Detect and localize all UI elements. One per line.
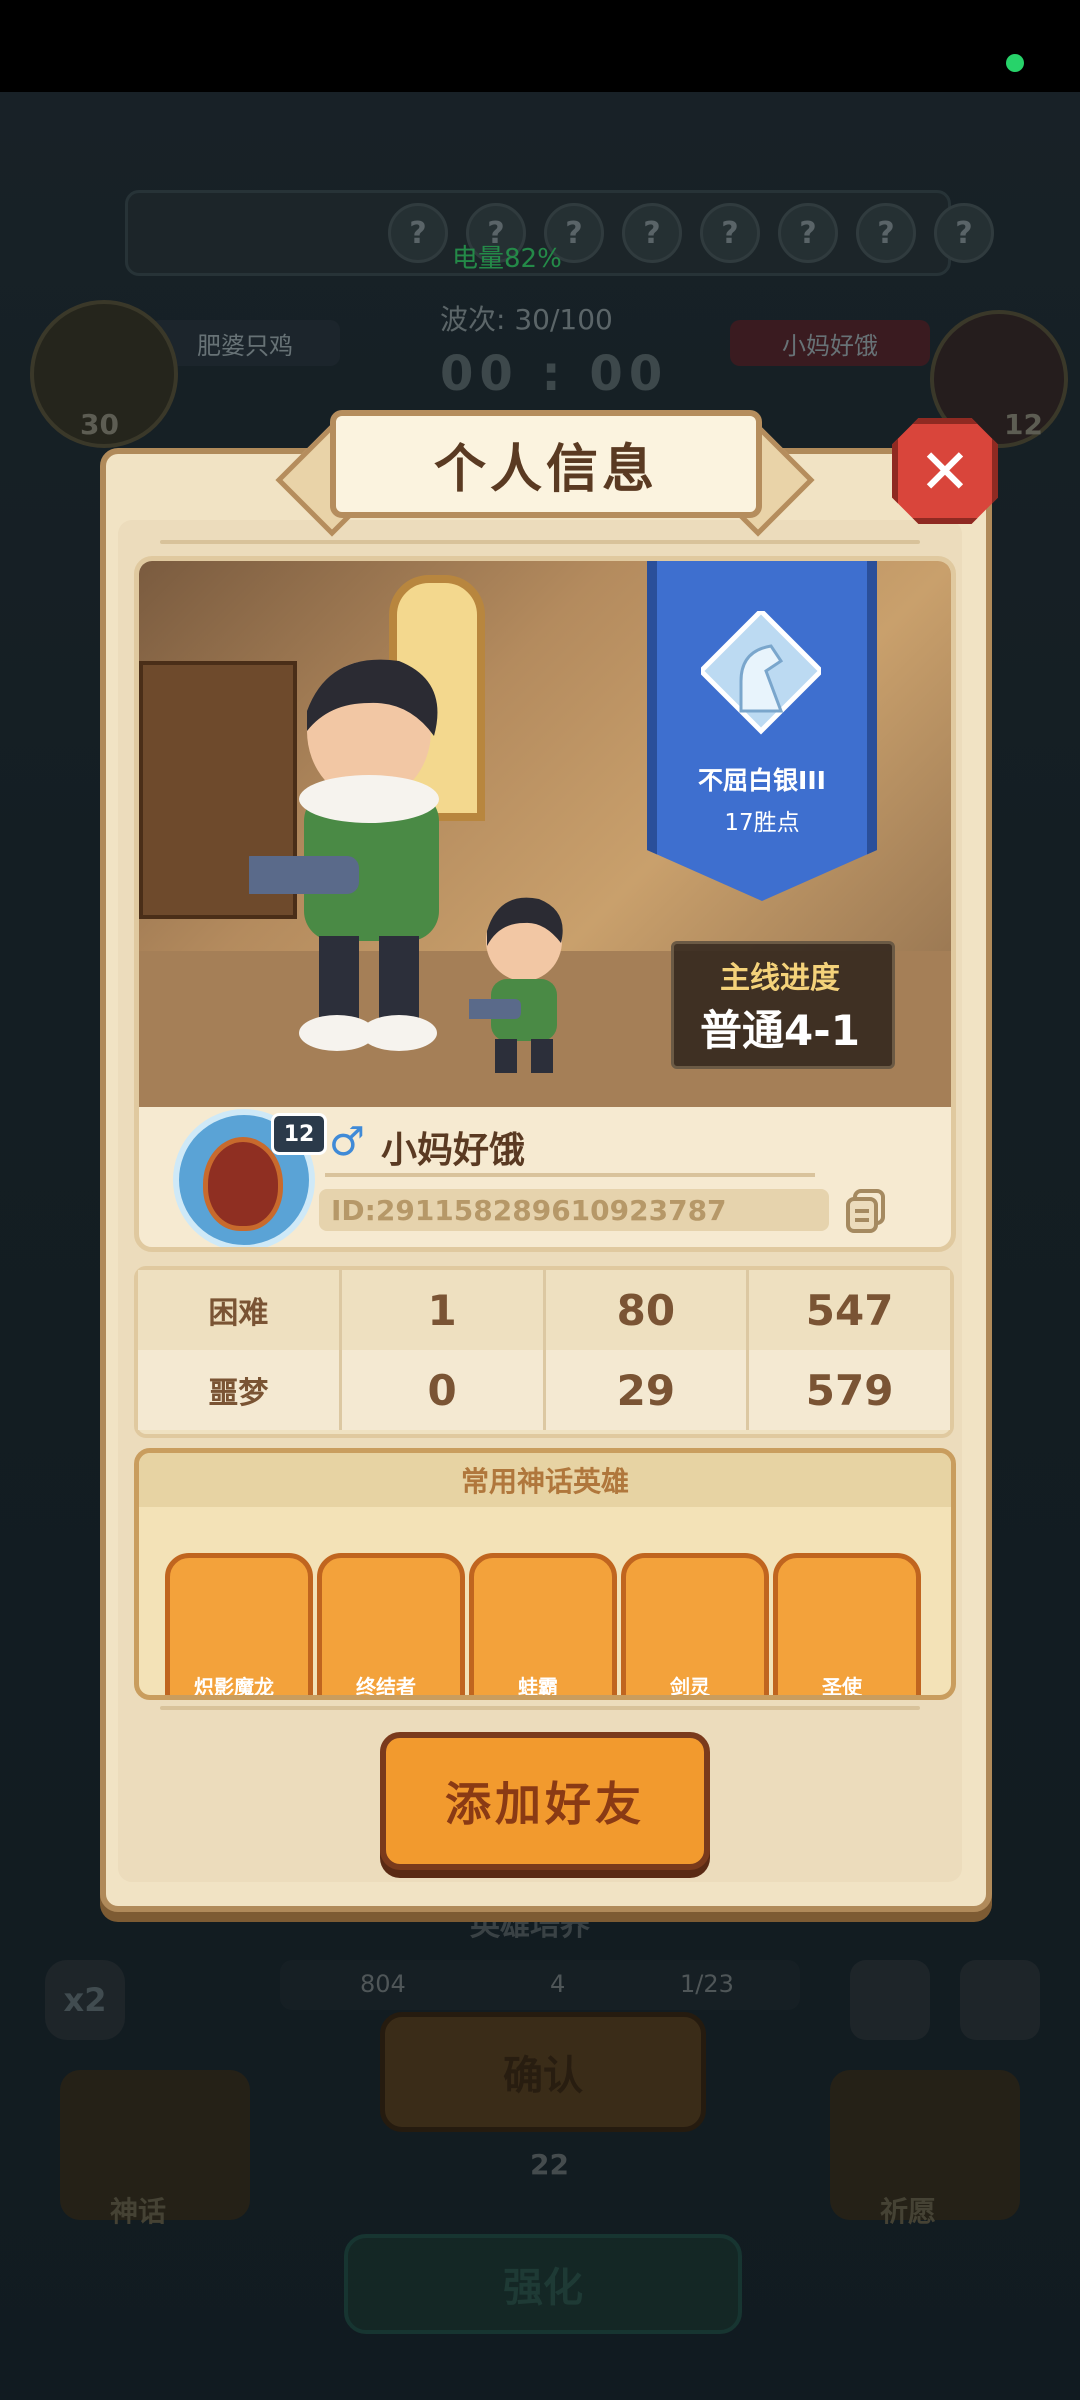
stats-value: 1 [338, 1270, 543, 1350]
top-divider [160, 540, 920, 544]
stats-value: 547 [746, 1270, 950, 1350]
modal-title: 个人信息 [330, 410, 762, 518]
mode-stats-table: 困难 1 80 547 噩梦 0 29 579 [134, 1266, 954, 1438]
stats-row-nightmare: 噩梦 0 29 579 [138, 1350, 950, 1430]
stats-mode-label: 噩梦 [208, 1376, 269, 1411]
player-character-small [469, 897, 563, 1073]
player-id: ID:291158289610923787 [319, 1189, 829, 1231]
stats-row-hard: 困难 1 80 547 [138, 1270, 950, 1350]
stats-value: 29 [542, 1350, 747, 1430]
status-bar [0, 0, 1080, 92]
male-gender-icon: ♂ [329, 1119, 365, 1165]
main-progress-label: 主线进度 [720, 961, 840, 996]
add-friend-button[interactable]: 添加好友 [380, 1732, 710, 1870]
stats-value: 80 [542, 1270, 747, 1350]
favorite-myth-heroes-panel: 常用神话英雄 炽影魔龙 终结者 蛙霸 剑灵 圣使 [134, 1448, 956, 1700]
rank-win-points: 17胜点 [724, 810, 800, 836]
hero-name: 蛙霸 [518, 1675, 558, 1699]
silver-knight-rank-icon [701, 611, 821, 735]
stats-mode-label: 困难 [208, 1296, 269, 1331]
rank-name: 不屈白银III [698, 766, 826, 795]
hero-name: 圣使 [822, 1675, 862, 1699]
profile-card: 不屈白银III 17胜点 主线进度 普通4-1 12 ♂ 小妈好饿 ID:291… [134, 556, 956, 1252]
status-indicator-dot [1006, 54, 1024, 72]
copy-id-icon[interactable] [845, 1189, 887, 1235]
stats-value: 579 [746, 1350, 950, 1430]
bottom-divider [160, 1706, 920, 1710]
player-name: 小妈好饿 [381, 1130, 526, 1171]
close-button[interactable]: ✕ [892, 418, 998, 524]
dragon-egg-avatar-icon [203, 1137, 283, 1231]
hero-name: 剑灵 [670, 1675, 710, 1699]
player-level-badge: 12 [271, 1113, 327, 1155]
favorite-heroes-title: 常用神话英雄 [139, 1453, 951, 1507]
main-progress-value: 普通4-1 [700, 1006, 860, 1055]
hero-name: 终结者 [356, 1675, 416, 1699]
player-character-large [249, 659, 439, 1051]
stats-value: 0 [338, 1350, 543, 1430]
close-icon: ✕ [919, 434, 971, 508]
hero-name: 炽影魔龙 [194, 1675, 274, 1699]
name-underline [325, 1173, 815, 1177]
